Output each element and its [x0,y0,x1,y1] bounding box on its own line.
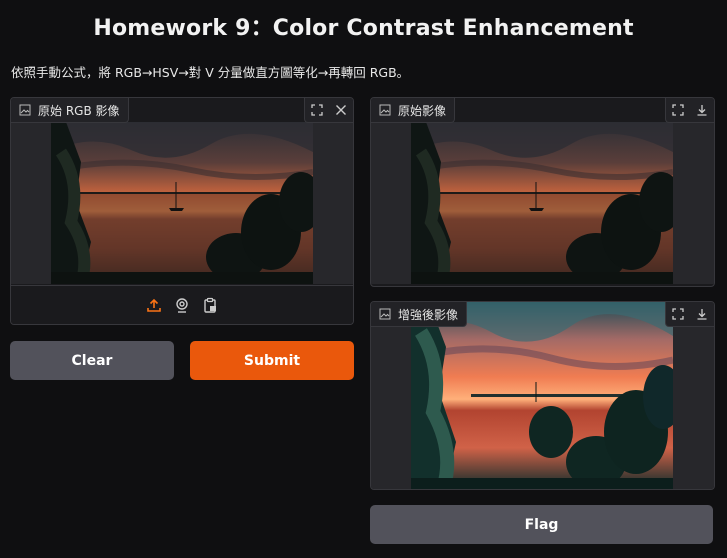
enhanced-image-label-box: 增強後影像 [371,302,468,327]
fullscreen-icon[interactable] [666,302,690,326]
download-icon[interactable] [690,302,714,326]
input-image-area [11,122,353,284]
fullscreen-icon[interactable] [666,98,690,122]
image-icon [379,308,391,320]
clipboard-icon[interactable] [201,296,219,314]
original-corner-buttons [665,98,714,123]
download-icon[interactable] [690,98,714,122]
image-icon [379,104,391,116]
submit-button[interactable]: Submit [190,341,354,380]
fullscreen-icon[interactable] [305,98,329,122]
original-image-label-box: 原始影像 [371,98,456,123]
original-photo [411,122,673,284]
close-icon[interactable] [329,98,353,122]
enhanced-photo [411,302,673,489]
page-title: Homework 9：Color Contrast Enhancement [93,16,634,41]
clear-button[interactable]: Clear [10,341,174,380]
original-image-area [371,122,714,284]
input-photo [51,122,313,284]
input-image-label-box: 原始 RGB 影像 [11,98,129,123]
enhanced-image-panel: 增強後影像 [370,301,715,490]
input-toolbar [11,285,353,324]
original-image-label: 原始影像 [398,103,447,118]
enhanced-corner-buttons [665,302,714,327]
enhanced-image-area [371,302,714,489]
input-image-label: 原始 RGB 影像 [38,103,120,118]
flag-button[interactable]: Flag [370,505,713,544]
image-icon [19,104,31,116]
original-image-panel: 原始影像 [370,97,715,287]
webcam-icon[interactable] [173,296,191,314]
input-image-panel[interactable]: 原始 RGB 影像 [10,97,354,325]
enhanced-image-label: 增強後影像 [398,307,459,322]
input-corner-buttons [304,98,353,123]
page-description: 依照手動公式，將 RGB→HSV→對 V 分量做直方圖等化→再轉回 RGB。 [11,65,410,80]
upload-icon[interactable] [145,296,163,314]
